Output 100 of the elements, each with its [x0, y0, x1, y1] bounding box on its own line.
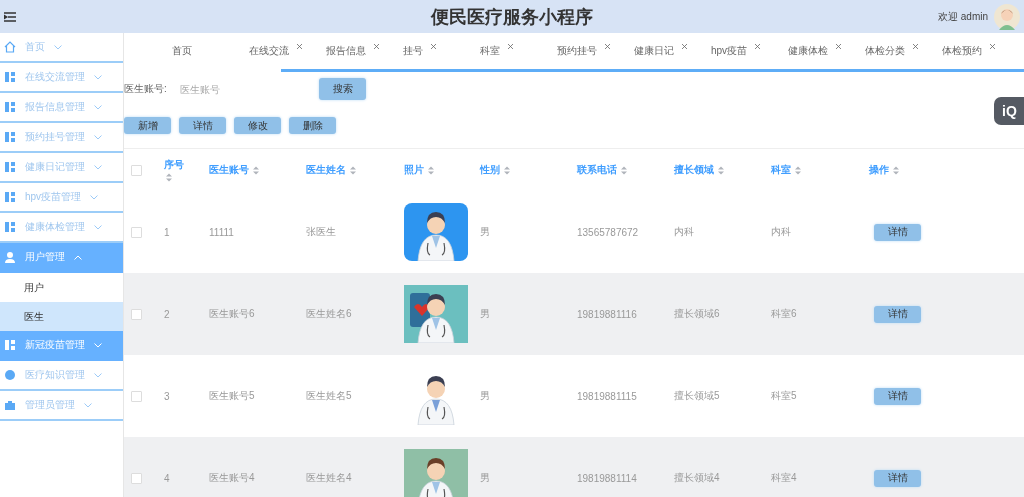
table-cell: 擅长领域4 [674, 472, 720, 483]
tab[interactable]: 健康日记 [634, 44, 711, 58]
menu-item-icon [4, 41, 16, 53]
sort-icon[interactable] [166, 173, 172, 182]
table-cell: 医生账号4 [209, 472, 255, 483]
action-button[interactable]: 详情 [179, 117, 226, 134]
chevron-icon [94, 74, 102, 80]
search-label: 医生账号: [124, 82, 168, 96]
table-cell: 男 [480, 472, 490, 483]
table-cell: 张医生 [306, 226, 336, 237]
tab[interactable]: 科室 [480, 44, 557, 58]
chevron-icon [94, 342, 102, 348]
table-cell: 内科 [674, 226, 694, 237]
detail-button[interactable]: 详情 [874, 469, 921, 487]
table-cell: 11111 [209, 226, 234, 238]
chevron-icon [54, 44, 62, 50]
sort-icon[interactable] [504, 165, 510, 175]
detail-button[interactable]: 详情 [874, 387, 921, 405]
checkbox[interactable] [131, 164, 142, 176]
table-cell: 19819881115 [577, 390, 637, 402]
close-icon[interactable] [755, 44, 761, 49]
tab[interactable]: 挂号 [403, 44, 480, 58]
table-cell: 擅长领域6 [674, 308, 720, 319]
sort-icon[interactable] [428, 165, 434, 175]
chevron-icon [94, 134, 102, 140]
sort-icon[interactable] [350, 165, 356, 175]
menu-item-icon [4, 191, 16, 203]
sort-icon[interactable] [621, 165, 627, 175]
menu-item-icon [4, 369, 16, 381]
sort-icon[interactable] [718, 165, 724, 175]
detail-button[interactable]: 详情 [874, 223, 921, 241]
menu-item-icon [4, 339, 16, 351]
menu-item-icon [4, 101, 16, 113]
table-cell: 2 [164, 308, 170, 320]
close-icon[interactable] [605, 44, 610, 49]
sort-icon[interactable] [795, 165, 801, 175]
menu-icon[interactable] [4, 11, 16, 22]
action-button[interactable]: 修改 [234, 117, 281, 134]
menu-item-icon [4, 161, 16, 173]
close-icon[interactable] [990, 44, 995, 49]
table-cell: 19819881116 [577, 308, 637, 320]
tab[interactable]: 健康体检 [788, 44, 865, 58]
chevron-icon [94, 164, 102, 170]
menu-item-icon [4, 399, 16, 411]
table-cell: 科室5 [771, 390, 797, 401]
table-cell: 3 [164, 390, 170, 402]
floating-badge[interactable]: iQ [994, 97, 1024, 125]
tab[interactable]: 首页 [172, 44, 249, 58]
app-title: 便民医疗服务小程序 [431, 5, 593, 29]
chevron-icon [94, 372, 102, 378]
table-cell: 科室4 [771, 472, 797, 483]
table-cell: 擅长领域5 [674, 390, 720, 401]
search-field[interactable]: 医生账号 [180, 83, 300, 95]
close-icon[interactable] [682, 44, 687, 49]
tab[interactable]: 体检分类 [865, 44, 942, 58]
chevron-icon [84, 402, 92, 408]
tab[interactable]: 在线交流 [249, 44, 326, 58]
close-icon[interactable] [836, 44, 841, 49]
row-checkbox[interactable] [131, 308, 142, 320]
table-cell: 医生姓名4 [306, 472, 352, 483]
table-cell: 男 [480, 390, 490, 401]
table-cell: 科室6 [771, 308, 797, 319]
table-cell: 医生账号6 [209, 308, 255, 319]
tab[interactable]: 报告信息 [326, 44, 403, 58]
table-cell: 医生姓名6 [306, 308, 352, 319]
table-cell: 4 [164, 472, 170, 484]
tab[interactable]: 预约挂号 [557, 44, 634, 58]
detail-button[interactable]: 详情 [874, 305, 921, 323]
table-cell: 内科 [771, 226, 791, 237]
row-checkbox[interactable] [131, 390, 142, 402]
avatar-icon[interactable] [994, 3, 1020, 30]
sort-icon[interactable] [893, 165, 899, 175]
table-cell: 1 [164, 226, 170, 238]
welcome-text: 欢迎 admin [938, 9, 988, 24]
close-icon[interactable] [508, 44, 513, 49]
search-button[interactable]: 搜索 [319, 78, 366, 100]
row-checkbox[interactable] [131, 472, 142, 484]
chevron-icon [90, 194, 99, 200]
table-cell: 男 [480, 226, 490, 237]
menu-item-icon [4, 251, 16, 263]
close-icon[interactable] [297, 44, 302, 49]
chevron-icon [94, 224, 102, 230]
close-icon[interactable] [374, 44, 379, 49]
menu-item-icon [4, 71, 16, 83]
action-button[interactable]: 删除 [289, 117, 336, 134]
submenu-item[interactable]: 用户 [0, 273, 123, 302]
menu-item-icon [4, 131, 16, 143]
menu-item-icon [4, 221, 16, 233]
row-checkbox[interactable] [131, 226, 142, 238]
chevron-icon [74, 254, 82, 260]
tab[interactable]: 体检预约 [942, 44, 1019, 58]
action-button[interactable]: 新增 [124, 117, 171, 134]
sort-icon[interactable] [253, 165, 259, 175]
chevron-icon [94, 104, 102, 110]
submenu-item[interactable]: 医生 [0, 302, 123, 331]
close-icon[interactable] [431, 44, 436, 49]
table-cell: 男 [480, 308, 490, 319]
close-icon[interactable] [913, 44, 918, 49]
table-cell: 19819881114 [577, 472, 637, 484]
tab[interactable]: hpv疫苗 [711, 44, 788, 58]
